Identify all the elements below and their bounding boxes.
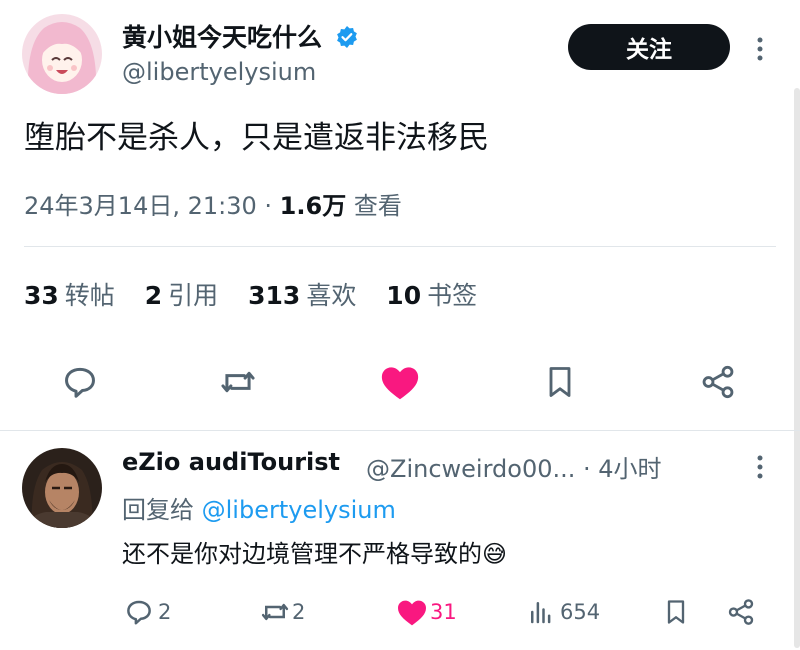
divider: [24, 246, 776, 247]
author-display-name[interactable]: 黄小姐今天吃什么: [122, 18, 359, 55]
replying-to: 回复给 @libertyelysium: [122, 490, 396, 525]
author-avatar[interactable]: [22, 14, 102, 94]
stat-bookmarks[interactable]: 10 书签: [386, 281, 499, 310]
views-chart-icon: [531, 602, 551, 624]
bookmark-icon: [549, 367, 571, 397]
reply-icon: [65, 367, 95, 398]
tweet-meta: 24年3月14日, 21:30 · 1.6万 查看: [24, 186, 402, 221]
reply-author-avatar[interactable]: [22, 448, 102, 528]
views-count: 1.6万: [279, 192, 347, 220]
reply-bookmark-button[interactable]: [662, 596, 690, 628]
repost-icon: [221, 371, 255, 393]
reply-count: 2: [158, 600, 172, 624]
tweet-date[interactable]: 24年3月14日, 21:30: [24, 192, 257, 220]
scrollbar[interactable]: [794, 88, 800, 648]
reply-views-button[interactable]: 654: [526, 596, 600, 628]
bookmark-button[interactable]: [540, 362, 580, 402]
more-options-icon[interactable]: [750, 34, 770, 64]
follow-button[interactable]: 关注: [568, 24, 730, 70]
reply-button[interactable]: [60, 362, 100, 402]
heart-filled-icon: [398, 600, 426, 626]
reply-view-count: 654: [560, 600, 601, 624]
stat-likes[interactable]: 313 喜欢: [248, 281, 378, 310]
meta-separator: ·: [256, 192, 280, 220]
heart-filled-icon: [381, 367, 419, 400]
replying-mention[interactable]: @libertyelysium: [202, 496, 396, 524]
reply-handle-time[interactable]: @Zincweirdo00... · 4小时: [366, 449, 662, 484]
reply-text: 还不是你对边境管理不严格导致的😅: [122, 540, 508, 568]
share-button[interactable]: [698, 362, 738, 402]
reply-reply-button[interactable]: 2: [124, 596, 171, 628]
verified-badge-icon: [335, 25, 359, 55]
reply-repost-button[interactable]: 2: [260, 596, 305, 628]
divider: [0, 430, 800, 431]
reply-share-button[interactable]: [726, 596, 756, 628]
reply-like-button[interactable]: 31: [396, 596, 457, 628]
replying-prefix: 回复给: [122, 496, 194, 524]
tweet-text: 堕胎不是杀人，只是遣返非法移民: [24, 120, 489, 156]
reply-display-name[interactable]: eZio audiTourist: [122, 448, 340, 476]
views-label: 查看: [353, 192, 402, 220]
share-icon: [728, 599, 754, 625]
bookmark-icon: [667, 600, 685, 624]
display-name-text: 黄小姐今天吃什么: [122, 23, 323, 52]
repost-button[interactable]: [218, 362, 258, 402]
repost-icon: [261, 603, 289, 621]
author-handle[interactable]: @libertyelysium: [122, 58, 316, 86]
share-icon: [702, 365, 734, 399]
engagement-stats: 33 转帖 2 引用 313 喜欢 10 书签: [24, 276, 499, 312]
stat-quotes[interactable]: 2 引用: [145, 281, 240, 310]
reply-like-count: 31: [430, 600, 457, 624]
reply-retweet-count: 2: [292, 600, 306, 624]
stat-reposts[interactable]: 33 转帖: [24, 281, 137, 310]
reply-icon: [127, 600, 151, 625]
like-button[interactable]: [378, 362, 422, 402]
reply-more-options-icon[interactable]: [750, 452, 770, 482]
